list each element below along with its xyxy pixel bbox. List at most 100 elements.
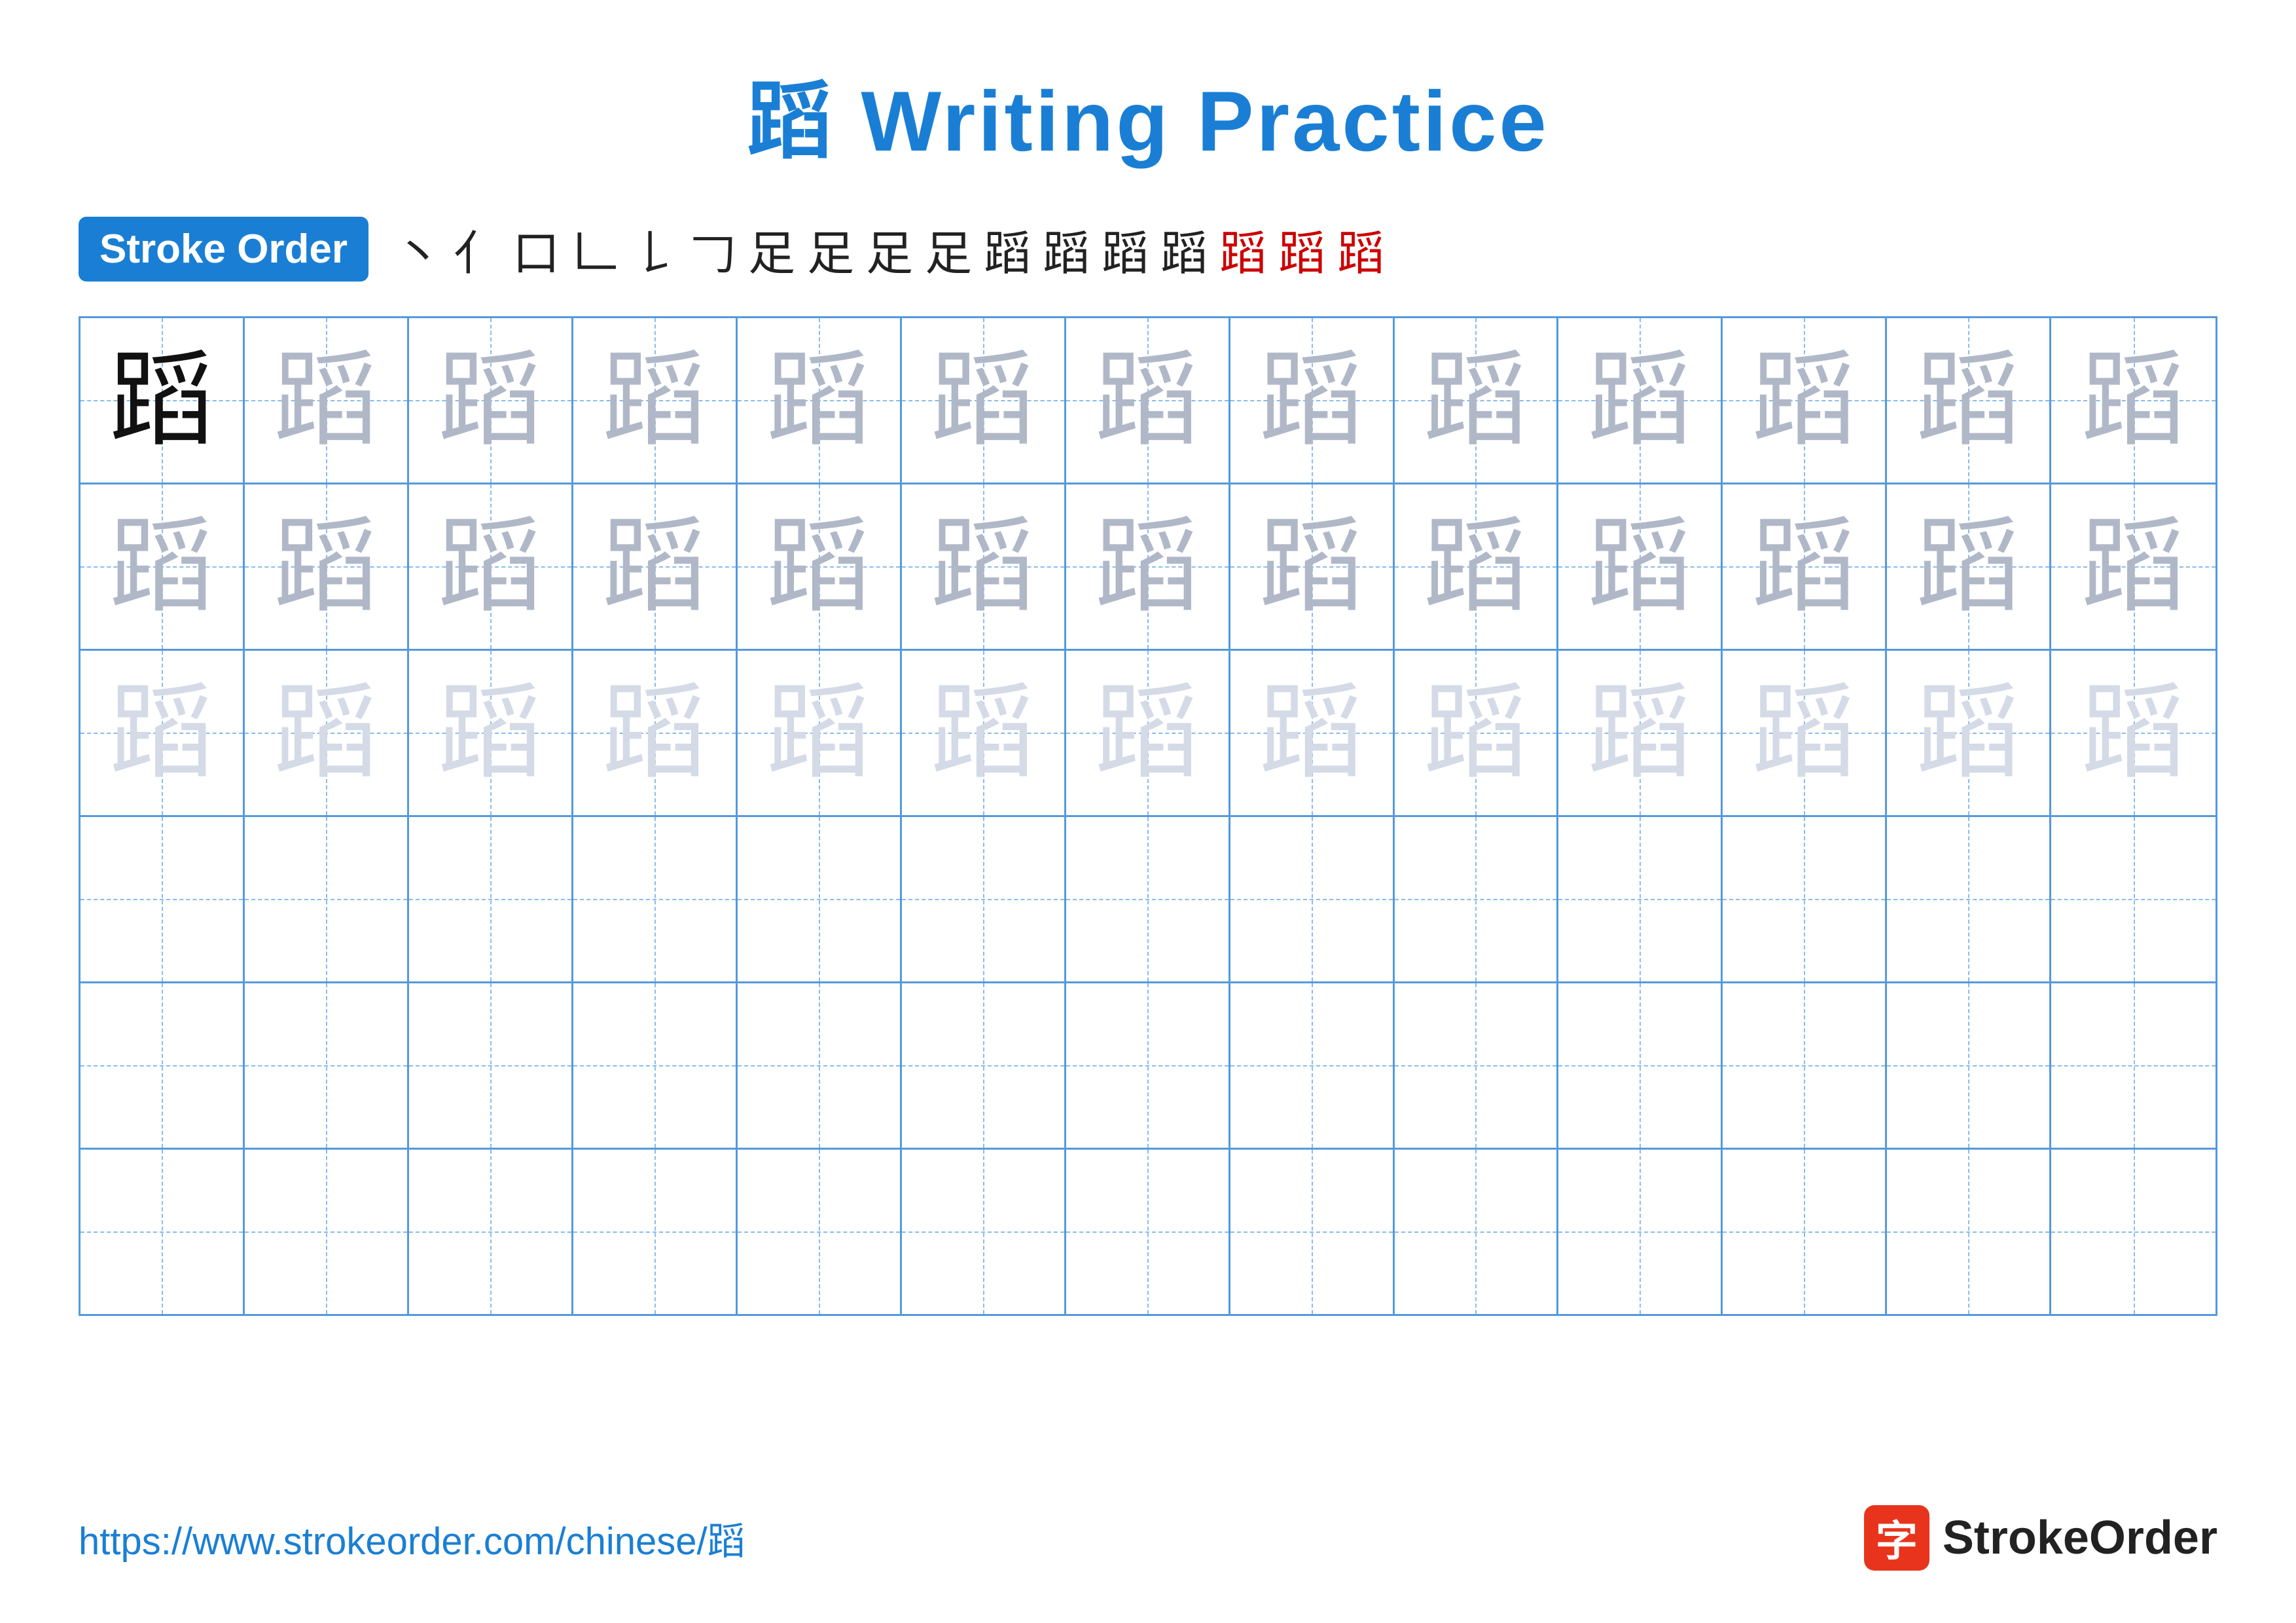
grid-cell-1-8[interactable]: 蹈	[1395, 484, 1559, 649]
grid-cell-3-0[interactable]	[81, 817, 245, 981]
grid-cell-3-7[interactable]	[1230, 817, 1395, 981]
grid-cell-0-9[interactable]: 蹈	[1558, 318, 1723, 483]
cell-char-2-12: 蹈	[2081, 680, 2186, 785]
grid-cell-5-4[interactable]	[738, 1150, 902, 1314]
grid-cell-5-2[interactable]	[409, 1150, 573, 1314]
cell-char-0-1: 蹈	[274, 348, 378, 452]
grid-cell-4-10[interactable]	[1723, 983, 1887, 1148]
grid-cell-2-9[interactable]: 蹈	[1558, 651, 1723, 815]
grid-cell-3-4[interactable]	[738, 817, 902, 981]
grid-cell-4-11[interactable]	[1887, 983, 2051, 1148]
grid-cell-2-1[interactable]: 蹈	[245, 651, 409, 815]
grid-row-4[interactable]	[81, 983, 2215, 1150]
footer-url[interactable]: https://www.strokeorder.com/chinese/蹈	[79, 1510, 745, 1565]
stroke-step-8: 足	[866, 215, 913, 283]
grid-cell-0-7[interactable]: 蹈	[1230, 318, 1395, 483]
cell-char-2-6: 蹈	[1095, 680, 1200, 785]
grid-cell-1-5[interactable]: 蹈	[902, 484, 1066, 649]
grid-cell-1-12[interactable]: 蹈	[2051, 484, 2215, 649]
grid-cell-4-8[interactable]	[1395, 983, 1559, 1148]
grid-cell-2-2[interactable]: 蹈	[409, 651, 573, 815]
cell-char-2-4: 蹈	[766, 680, 871, 785]
grid-cell-0-10[interactable]: 蹈	[1723, 318, 1887, 483]
grid-cell-5-5[interactable]	[902, 1150, 1066, 1314]
grid-cell-5-6[interactable]	[1066, 1150, 1230, 1314]
grid-cell-0-5[interactable]: 蹈	[902, 318, 1066, 483]
grid-cell-0-4[interactable]: 蹈	[738, 318, 902, 483]
grid-cell-5-8[interactable]	[1395, 1150, 1559, 1314]
grid-cell-2-5[interactable]: 蹈	[902, 651, 1066, 815]
grid-cell-4-7[interactable]	[1230, 983, 1395, 1148]
grid-cell-2-3[interactable]: 蹈	[573, 651, 738, 815]
grid-row-1[interactable]: 蹈蹈蹈蹈蹈蹈蹈蹈蹈蹈蹈蹈蹈	[81, 484, 2215, 651]
grid-cell-4-9[interactable]	[1558, 983, 1723, 1148]
grid-cell-1-10[interactable]: 蹈	[1723, 484, 1887, 649]
grid-cell-4-5[interactable]	[902, 983, 1066, 1148]
grid-cell-3-1[interactable]	[245, 817, 409, 981]
grid-cell-2-0[interactable]: 蹈	[81, 651, 245, 815]
grid-cell-3-12[interactable]	[2051, 817, 2215, 981]
grid-cell-5-0[interactable]	[81, 1150, 245, 1314]
grid-cell-0-8[interactable]: 蹈	[1395, 318, 1559, 483]
grid-cell-3-11[interactable]	[1887, 817, 2051, 981]
logo-icon-char: 字	[1876, 1508, 1918, 1568]
grid-cell-1-0[interactable]: 蹈	[81, 484, 245, 649]
grid-cell-3-9[interactable]	[1558, 817, 1723, 981]
grid-row-0[interactable]: 蹈蹈蹈蹈蹈蹈蹈蹈蹈蹈蹈蹈蹈	[81, 318, 2215, 484]
grid-cell-1-11[interactable]: 蹈	[1887, 484, 2051, 649]
grid-cell-3-8[interactable]	[1395, 817, 1559, 981]
grid-cell-1-9[interactable]: 蹈	[1558, 484, 1723, 649]
grid-cell-4-3[interactable]	[573, 983, 738, 1148]
grid-cell-2-12[interactable]: 蹈	[2051, 651, 2215, 815]
grid-cell-0-6[interactable]: 蹈	[1066, 318, 1230, 483]
grid-row-5[interactable]	[81, 1150, 2215, 1314]
grid-cell-3-3[interactable]	[573, 817, 738, 981]
grid-cell-5-10[interactable]	[1723, 1150, 1887, 1314]
cell-char-2-5: 蹈	[931, 680, 1035, 785]
grid-cell-0-12[interactable]: 蹈	[2051, 318, 2215, 483]
grid-cell-5-1[interactable]	[245, 1150, 409, 1314]
grid-row-3[interactable]	[81, 817, 2215, 983]
grid-cell-5-7[interactable]	[1230, 1150, 1395, 1314]
grid-cell-0-11[interactable]: 蹈	[1887, 318, 2051, 483]
grid-cell-4-4[interactable]	[738, 983, 902, 1148]
grid-cell-4-12[interactable]	[2051, 983, 2215, 1148]
grid-cell-5-9[interactable]	[1558, 1150, 1723, 1314]
grid-cell-1-6[interactable]: 蹈	[1066, 484, 1230, 649]
grid-cell-4-1[interactable]	[245, 983, 409, 1148]
grid-cell-2-8[interactable]: 蹈	[1395, 651, 1559, 815]
grid-cell-1-3[interactable]: 蹈	[573, 484, 738, 649]
grid-cell-1-4[interactable]: 蹈	[738, 484, 902, 649]
cell-char-1-1: 蹈	[274, 514, 378, 619]
grid-cell-0-3[interactable]: 蹈	[573, 318, 738, 483]
grid-cell-4-6[interactable]	[1066, 983, 1230, 1148]
grid-cell-0-0[interactable]: 蹈	[81, 318, 245, 483]
grid-cell-0-1[interactable]: 蹈	[245, 318, 409, 483]
grid-cell-2-4[interactable]: 蹈	[738, 651, 902, 815]
grid-cell-5-3[interactable]	[573, 1150, 738, 1314]
cell-char-1-3: 蹈	[602, 514, 707, 619]
stroke-step-10: 蹈	[984, 215, 1031, 283]
grid-cell-3-10[interactable]	[1723, 817, 1887, 981]
grid-cell-3-5[interactable]	[902, 817, 1066, 981]
grid-cell-1-2[interactable]: 蹈	[409, 484, 573, 649]
stroke-steps: 丶亻口𠃊𠄌𠃌足足足足蹈蹈蹈蹈蹈蹈蹈	[395, 215, 1384, 283]
grid-cell-4-2[interactable]	[409, 983, 573, 1148]
grid-cell-3-6[interactable]	[1066, 817, 1230, 981]
grid-cell-2-7[interactable]: 蹈	[1230, 651, 1395, 815]
grid-cell-0-2[interactable]: 蹈	[409, 318, 573, 483]
stroke-step-5: 𠃌	[689, 215, 736, 283]
grid-row-2[interactable]: 蹈蹈蹈蹈蹈蹈蹈蹈蹈蹈蹈蹈蹈	[81, 651, 2215, 817]
grid-cell-2-10[interactable]: 蹈	[1723, 651, 1887, 815]
grid-cell-1-7[interactable]: 蹈	[1230, 484, 1395, 649]
grid-cell-5-11[interactable]	[1887, 1150, 2051, 1314]
stroke-step-9: 足	[925, 215, 972, 283]
logo-icon: 字	[1864, 1505, 1929, 1571]
grid-cell-4-0[interactable]	[81, 983, 245, 1148]
practice-grid: 蹈蹈蹈蹈蹈蹈蹈蹈蹈蹈蹈蹈蹈蹈蹈蹈蹈蹈蹈蹈蹈蹈蹈蹈蹈蹈蹈蹈蹈蹈蹈蹈蹈蹈蹈蹈蹈蹈蹈	[79, 316, 2217, 1316]
grid-cell-2-11[interactable]: 蹈	[1887, 651, 2051, 815]
grid-cell-2-6[interactable]: 蹈	[1066, 651, 1230, 815]
grid-cell-1-1[interactable]: 蹈	[245, 484, 409, 649]
grid-cell-5-12[interactable]	[2051, 1150, 2215, 1314]
grid-cell-3-2[interactable]	[409, 817, 573, 981]
